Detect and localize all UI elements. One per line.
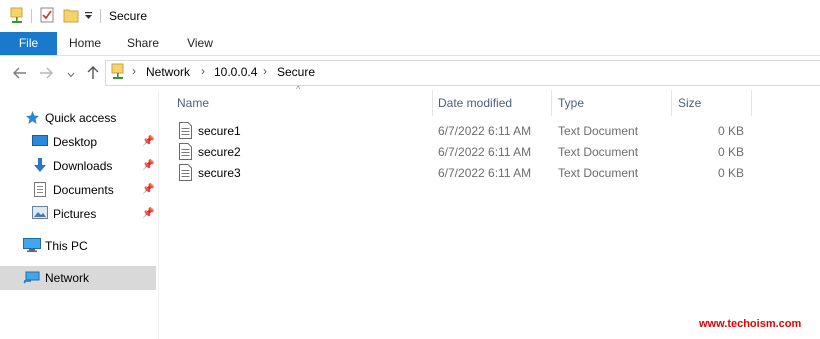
customize-toolbar-dropdown-icon[interactable]: [84, 10, 93, 24]
file-date: 6/7/2022 6:11 AM: [438, 166, 532, 180]
downloads-icon: [33, 158, 47, 176]
column-type[interactable]: Type: [558, 96, 584, 110]
nav-item-pictures[interactable]: Pictures 📌: [0, 202, 156, 226]
new-folder-icon[interactable]: [63, 7, 79, 26]
column-size[interactable]: Size: [678, 96, 701, 110]
column-divider[interactable]: [432, 90, 433, 116]
window-title: Secure: [109, 9, 148, 23]
file-type: Text Document: [558, 166, 639, 180]
file-size: 0 KB: [717, 124, 744, 138]
separator: [31, 9, 32, 23]
file-name: secure2: [198, 145, 241, 159]
column-name[interactable]: Name: [177, 96, 209, 110]
computer-icon: [23, 238, 41, 256]
column-divider[interactable]: [551, 90, 552, 116]
title-bar: Secure: [0, 0, 820, 32]
column-headers: Name Date modified Type Size: [170, 90, 770, 116]
nav-label: This PC: [45, 239, 88, 253]
documents-icon: [34, 182, 46, 200]
file-size: 0 KB: [717, 166, 744, 180]
file-row[interactable]: secure3 6/7/2022 6:11 AM Text Document 0…: [174, 163, 774, 184]
column-divider[interactable]: [751, 90, 752, 116]
file-name: secure3: [198, 166, 241, 180]
tab-share[interactable]: Share: [120, 32, 166, 55]
column-divider[interactable]: [671, 90, 672, 116]
file-row[interactable]: secure2 6/7/2022 6:11 AM Text Document 0…: [174, 142, 774, 163]
nav-label: Desktop: [53, 135, 98, 149]
column-date-modified[interactable]: Date modified: [438, 96, 512, 110]
address-bar[interactable]: › Network › 10.0.0.4 › Secure: [105, 60, 820, 86]
nav-item-this-pc[interactable]: This PC: [0, 234, 156, 258]
nav-label: Network: [45, 271, 90, 285]
tab-file[interactable]: File: [0, 32, 57, 55]
pin-icon[interactable]: 📌: [142, 184, 154, 195]
pictures-icon: [32, 206, 48, 222]
file-row[interactable]: secure1 6/7/2022 6:11 AM Text Document 0…: [174, 121, 774, 142]
file-date: 6/7/2022 6:11 AM: [438, 145, 532, 159]
text-document-icon: [179, 164, 192, 184]
text-document-icon: [179, 122, 192, 142]
tab-view[interactable]: View: [178, 32, 222, 55]
breadcrumb-secure[interactable]: Secure: [277, 65, 315, 79]
file-name: secure1: [198, 124, 241, 138]
pin-icon[interactable]: 📌: [142, 160, 154, 171]
forward-arrow-icon[interactable]: [36, 63, 56, 83]
pin-icon[interactable]: 📌: [142, 136, 154, 147]
nav-label: Documents: [53, 183, 114, 197]
desktop-icon: [32, 134, 48, 151]
network-folder-icon: [111, 63, 125, 84]
breadcrumb-network[interactable]: Network: [146, 65, 190, 79]
properties-icon[interactable]: [40, 7, 54, 26]
navigation-pane: Quick access Desktop 📌 Downloads 📌 Docum…: [0, 92, 158, 339]
tab-home[interactable]: Home: [62, 32, 108, 55]
nav-label: Quick access: [45, 111, 117, 125]
separator: [100, 9, 101, 23]
file-type: Text Document: [558, 145, 639, 159]
breadcrumb-chevron-icon[interactable]: ›: [263, 64, 267, 78]
breadcrumb-chevron-icon[interactable]: ›: [132, 64, 136, 78]
nav-item-quick-access[interactable]: Quick access: [0, 106, 156, 130]
file-type: Text Document: [558, 124, 639, 138]
file-size: 0 KB: [717, 145, 744, 159]
ribbon: File Home Share View: [0, 32, 820, 56]
back-arrow-icon[interactable]: [10, 63, 30, 83]
pane-divider[interactable]: [158, 92, 159, 339]
watermark: www.techoism.com: [699, 318, 802, 330]
nav-label: Pictures: [53, 207, 97, 221]
breadcrumb-chevron-icon[interactable]: ›: [201, 64, 205, 78]
file-date: 6/7/2022 6:11 AM: [438, 124, 532, 138]
star-icon: [25, 110, 40, 128]
recent-locations-chevron-icon[interactable]: [64, 63, 78, 83]
pin-icon[interactable]: 📌: [142, 208, 154, 219]
breadcrumb-host[interactable]: 10.0.0.4: [214, 65, 257, 79]
up-arrow-icon[interactable]: [84, 63, 102, 83]
network-icon: [23, 270, 41, 288]
text-document-icon: [179, 143, 192, 163]
nav-item-downloads[interactable]: Downloads 📌: [0, 154, 156, 178]
nav-item-desktop[interactable]: Desktop 📌: [0, 130, 156, 154]
nav-item-documents[interactable]: Documents 📌: [0, 178, 156, 202]
nav-item-network[interactable]: Network: [0, 266, 156, 290]
nav-label: Downloads: [53, 159, 113, 173]
network-folder-icon: [10, 7, 24, 28]
